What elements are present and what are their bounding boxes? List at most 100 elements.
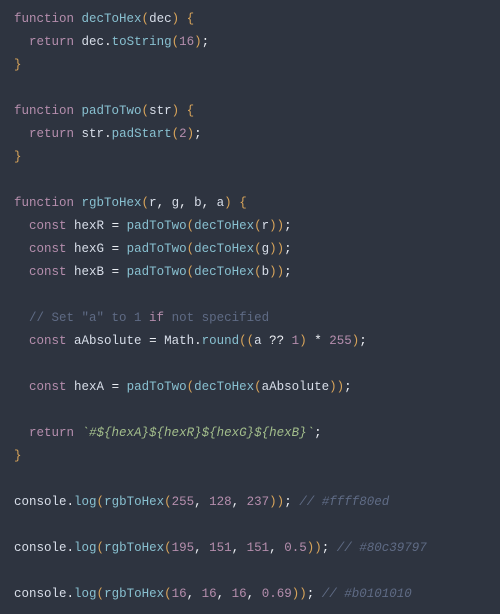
code-token: (: [164, 587, 172, 601]
code-token: (: [187, 380, 195, 394]
code-token: padToTwo: [127, 380, 187, 394]
code-token: [67, 242, 75, 256]
code-token: .: [67, 495, 75, 509]
code-token: toString: [112, 35, 172, 49]
code-token: return: [29, 35, 74, 49]
code-token: decToHex: [194, 380, 254, 394]
code-token: }: [14, 150, 22, 164]
code-token: [14, 311, 29, 325]
code-token: log: [74, 587, 97, 601]
code-block: function decToHex(dec) { return dec.toSt…: [0, 0, 500, 614]
code-token: [14, 380, 29, 394]
code-token: decToHex: [82, 12, 142, 26]
code-token: const: [29, 265, 67, 279]
code-token: dec: [82, 35, 105, 49]
code-token: str: [82, 127, 105, 141]
code-token: {: [239, 196, 247, 210]
code-token: padToTwo: [127, 242, 187, 256]
code-token: ): [172, 104, 180, 118]
code-token: =: [104, 380, 127, 394]
code-token: padStart: [112, 127, 172, 141]
code-token: (: [142, 104, 150, 118]
code-token: ;: [344, 380, 352, 394]
code-token: rgbToHex: [104, 541, 164, 555]
code-token: ;: [284, 242, 292, 256]
code-token: .: [104, 127, 112, 141]
code-token: (: [254, 265, 262, 279]
code-token: [14, 219, 29, 233]
code-token: [14, 127, 29, 141]
code-token: ;: [194, 127, 202, 141]
code-token: )): [292, 587, 307, 601]
code-token: (: [254, 219, 262, 233]
code-token: [67, 219, 75, 233]
code-token: )): [269, 265, 284, 279]
code-token: 255: [329, 334, 352, 348]
code-token: ): [299, 334, 307, 348]
code-token: [67, 334, 75, 348]
code-token: // Set "a" to 1: [29, 311, 149, 325]
code-token: ,: [194, 495, 209, 509]
code-token: ??: [262, 334, 292, 348]
code-token: rgbToHex: [82, 196, 142, 210]
code-token: [74, 426, 82, 440]
code-token: [74, 35, 82, 49]
code-token: ;: [284, 265, 292, 279]
code-token: (: [97, 587, 105, 601]
code-token: ): [194, 35, 202, 49]
code-token: *: [307, 334, 330, 348]
code-token: ;: [359, 334, 367, 348]
code-token: ): [187, 127, 195, 141]
code-token: ;: [322, 541, 337, 555]
code-token: =: [104, 242, 127, 256]
code-token: ;: [307, 587, 322, 601]
code-token: ;: [284, 219, 292, 233]
code-token: console: [14, 541, 67, 555]
code-token: .: [194, 334, 202, 348]
code-token: ;: [314, 426, 322, 440]
code-token: [74, 104, 82, 118]
code-token: {: [187, 104, 195, 118]
code-token: const: [29, 242, 67, 256]
code-token: console: [14, 587, 67, 601]
code-token: [67, 380, 75, 394]
code-token: 151: [209, 541, 232, 555]
code-token: 0.5: [284, 541, 307, 555]
code-token: )): [269, 495, 284, 509]
code-token: // #b0101010: [322, 587, 412, 601]
code-token: }: [14, 449, 22, 463]
code-token: const: [29, 219, 67, 233]
code-token: [74, 127, 82, 141]
code-token: [14, 265, 29, 279]
code-token: if: [149, 311, 164, 325]
code-token: a: [254, 334, 262, 348]
code-token: decToHex: [194, 219, 254, 233]
code-token: `#${hexA}${hexR}${hexG}${hexB}`: [82, 426, 315, 440]
code-token: decToHex: [194, 242, 254, 256]
code-token: not specified: [164, 311, 269, 325]
code-token: rgbToHex: [104, 495, 164, 509]
code-token: 151: [247, 541, 270, 555]
code-token: [67, 265, 75, 279]
code-token: b: [194, 196, 202, 210]
code-token: function: [14, 12, 74, 26]
code-token: return: [29, 127, 74, 141]
code-token: Math: [164, 334, 194, 348]
code-token: log: [74, 541, 97, 555]
code-token: (: [97, 541, 105, 555]
code-token: (: [187, 265, 195, 279]
code-token: const: [29, 334, 67, 348]
code-token: =: [142, 334, 165, 348]
code-token: 0.69: [262, 587, 292, 601]
code-token: aAbsolute: [74, 334, 142, 348]
code-token: ((: [239, 334, 254, 348]
code-token: =: [104, 265, 127, 279]
code-token: str: [149, 104, 172, 118]
code-token: ,: [179, 196, 194, 210]
code-token: padToTwo: [82, 104, 142, 118]
code-token: padToTwo: [127, 265, 187, 279]
code-token: g: [172, 196, 180, 210]
code-token: 16: [172, 587, 187, 601]
code-token: ,: [269, 541, 284, 555]
code-token: [74, 12, 82, 26]
